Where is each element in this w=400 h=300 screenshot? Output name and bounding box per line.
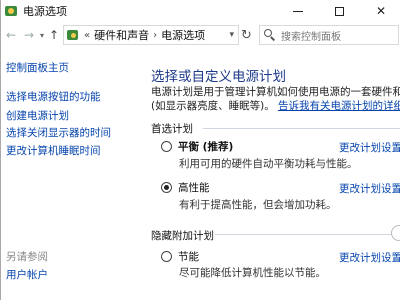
up-button[interactable]: ↑ xyxy=(47,28,61,42)
preferred-plans-divider xyxy=(203,128,400,129)
page-title: 选择或自定义电源计划 xyxy=(151,69,286,85)
maximize-icon xyxy=(334,6,344,16)
back-arrow-icon: ← xyxy=(5,28,17,42)
left-link-create-plan[interactable]: 创建电源计划 xyxy=(6,108,69,123)
maximize-button[interactable] xyxy=(319,0,359,22)
plan-balanced-name[interactable]: 平衡 (推荐) xyxy=(178,139,233,154)
control-panel-icon xyxy=(66,28,80,42)
power-plan-info-link[interactable]: 告诉我有关电源计划的详细信息 xyxy=(278,100,400,112)
power-options-app-icon xyxy=(4,4,18,18)
power-saver-radio[interactable] xyxy=(161,250,172,262)
window-title: 电源选项 xyxy=(23,5,67,18)
breadcrumb-chevron-icon[interactable]: › xyxy=(153,30,157,41)
minimize-icon xyxy=(293,10,303,12)
balanced-radio[interactable] xyxy=(161,140,172,152)
balanced-change-settings-link[interactable]: 更改计划设置 xyxy=(339,140,400,155)
back-button[interactable]: ← xyxy=(3,25,19,45)
chevron-down-icon: ▾ xyxy=(39,30,44,40)
expand-hidden-plans-button[interactable] xyxy=(391,225,400,241)
minimize-button[interactable] xyxy=(278,0,318,22)
close-button[interactable]: ✕ xyxy=(361,0,400,22)
power-saver-change-settings-link[interactable]: 更改计划设置 xyxy=(339,250,400,265)
address-dropdown-icon[interactable]: ▾ xyxy=(229,30,234,40)
breadcrumb-hardware-sound[interactable]: 硬件和声音 xyxy=(94,27,149,43)
description-line-1: 电源计划是用于管理计算机如何使用电源的一套硬件和系统设置 xyxy=(151,86,400,98)
plan-high-performance-name[interactable]: 高性能 xyxy=(178,180,210,195)
hidden-plans-label: 隐藏附加计划 xyxy=(151,230,214,242)
forward-arrow-icon: → xyxy=(23,28,35,42)
plan-high-performance-desc: 有利于提高性能，但会增加功耗。 xyxy=(179,199,337,211)
forward-button[interactable]: → xyxy=(21,25,37,45)
power-plan-description: 电源计划是用于管理计算机如何使用电源的一套硬件和系统设置 (如显示器亮度、睡眠等… xyxy=(151,85,400,113)
see-also-label: 另请参阅 xyxy=(6,251,48,263)
user-accounts-link[interactable]: 用户帐户 xyxy=(6,267,48,282)
address-bar[interactable]: « 硬件和声音 › 电源选项 ▾ xyxy=(63,25,239,45)
search-icon xyxy=(264,29,276,41)
search-box[interactable]: 搜索控制面板 xyxy=(259,25,399,45)
control-panel-window: 电源选项 ✕ ← → ▾ ↑ « 硬件和声音 › 电源选项 ▾ ↻ 搜索控制面板… xyxy=(0,0,400,300)
breadcrumb-power-options[interactable]: 电源选项 xyxy=(161,27,205,43)
breadcrumb-overflow[interactable]: « xyxy=(84,30,90,41)
left-link-display-off[interactable]: 选择关闭显示器的时间 xyxy=(6,125,111,140)
plan-balanced-desc: 利用可用的硬件自动平衡功耗与性能。 xyxy=(179,158,358,170)
main-content: 选择或自定义电源计划 电源计划是用于管理计算机如何使用电源的一套硬件和系统设置 … xyxy=(129,48,400,300)
up-arrow-icon: ↑ xyxy=(48,28,60,42)
preferred-plans-label: 首选计划 xyxy=(151,123,193,135)
navigation-bar: ← → ▾ ↑ « 硬件和声音 › 电源选项 ▾ ↻ 搜索控制面板 xyxy=(1,22,400,48)
description-line-2: (如显示器亮度、睡眠等)。 xyxy=(151,100,275,112)
hidden-plans-divider xyxy=(215,234,391,235)
plan-power-saver-desc: 尽可能降低计算机性能以节能。 xyxy=(179,267,326,279)
left-link-sleep-time[interactable]: 更改计算机睡眠时间 xyxy=(6,143,101,158)
high-performance-radio[interactable] xyxy=(161,181,172,193)
left-navigation-pane: 控制面板主页 选择电源按钮的功能 创建电源计划 选择关闭显示器的时间 更改计算机… xyxy=(1,48,129,300)
recent-locations-button[interactable]: ▾ xyxy=(37,31,47,40)
plan-power-saver-name[interactable]: 节能 xyxy=(178,249,199,264)
left-link-power-buttons[interactable]: 选择电源按钮的功能 xyxy=(6,89,101,104)
title-bar[interactable]: 电源选项 ✕ xyxy=(1,0,400,22)
control-panel-home-link[interactable]: 控制面板主页 xyxy=(6,60,69,75)
search-placeholder[interactable]: 搜索控制面板 xyxy=(281,28,341,43)
high-performance-change-settings-link[interactable]: 更改计划设置 xyxy=(339,181,400,196)
refresh-icon[interactable]: ↻ xyxy=(241,28,252,43)
close-icon: ✕ xyxy=(375,4,387,18)
